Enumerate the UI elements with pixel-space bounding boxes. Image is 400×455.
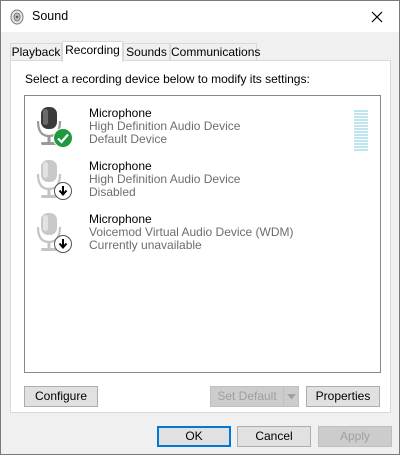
- device-status: Disabled: [89, 185, 136, 199]
- device-name: Microphone: [89, 106, 152, 120]
- close-button[interactable]: [354, 1, 399, 32]
- apply-button[interactable]: Apply: [318, 426, 392, 447]
- window-title: Sound: [32, 9, 69, 23]
- device-item-default-mic[interactable]: Microphone High Definition Audio Device …: [25, 102, 380, 154]
- device-list[interactable]: Microphone High Definition Audio Device …: [24, 95, 381, 373]
- recording-panel: Select a recording device below to modif…: [10, 60, 391, 413]
- sound-dialog: Sound Playback Recording Sounds Communic…: [0, 0, 400, 455]
- ok-button[interactable]: OK: [157, 426, 231, 447]
- device-description: High Definition Audio Device: [89, 119, 241, 133]
- device-description: High Definition Audio Device: [89, 172, 241, 186]
- instruction-text: Select a recording device below to modif…: [25, 72, 310, 86]
- arrow-down-icon: [54, 235, 72, 253]
- device-description: Voicemod Virtual Audio Device (WDM): [89, 225, 294, 239]
- device-status: Currently unavailable: [89, 238, 202, 252]
- configure-button[interactable]: Configure: [24, 386, 98, 407]
- properties-button[interactable]: Properties: [306, 386, 380, 407]
- set-default-button[interactable]: Set Default: [210, 386, 284, 407]
- device-name: Microphone: [89, 159, 152, 173]
- tab-playback[interactable]: Playback: [10, 43, 62, 61]
- device-name: Microphone: [89, 212, 152, 226]
- chevron-down-icon: [286, 393, 296, 399]
- check-icon: [53, 128, 73, 148]
- tab-communications[interactable]: Communications: [170, 43, 260, 61]
- device-item-voicemod-mic[interactable]: Microphone Voicemod Virtual Audio Device…: [25, 208, 380, 260]
- arrow-down-icon: [54, 182, 72, 200]
- level-meter: [354, 110, 368, 152]
- set-default-dropdown[interactable]: [283, 386, 299, 407]
- cancel-button[interactable]: Cancel: [237, 426, 311, 447]
- speaker-icon: [10, 9, 24, 25]
- tab-recording[interactable]: Recording: [62, 41, 123, 62]
- device-status: Default Device: [89, 132, 168, 146]
- tab-sounds[interactable]: Sounds: [123, 43, 170, 61]
- close-icon: [371, 11, 382, 22]
- device-item-disabled-mic[interactable]: Microphone High Definition Audio Device …: [25, 155, 380, 207]
- title-bar[interactable]: Sound: [1, 1, 399, 32]
